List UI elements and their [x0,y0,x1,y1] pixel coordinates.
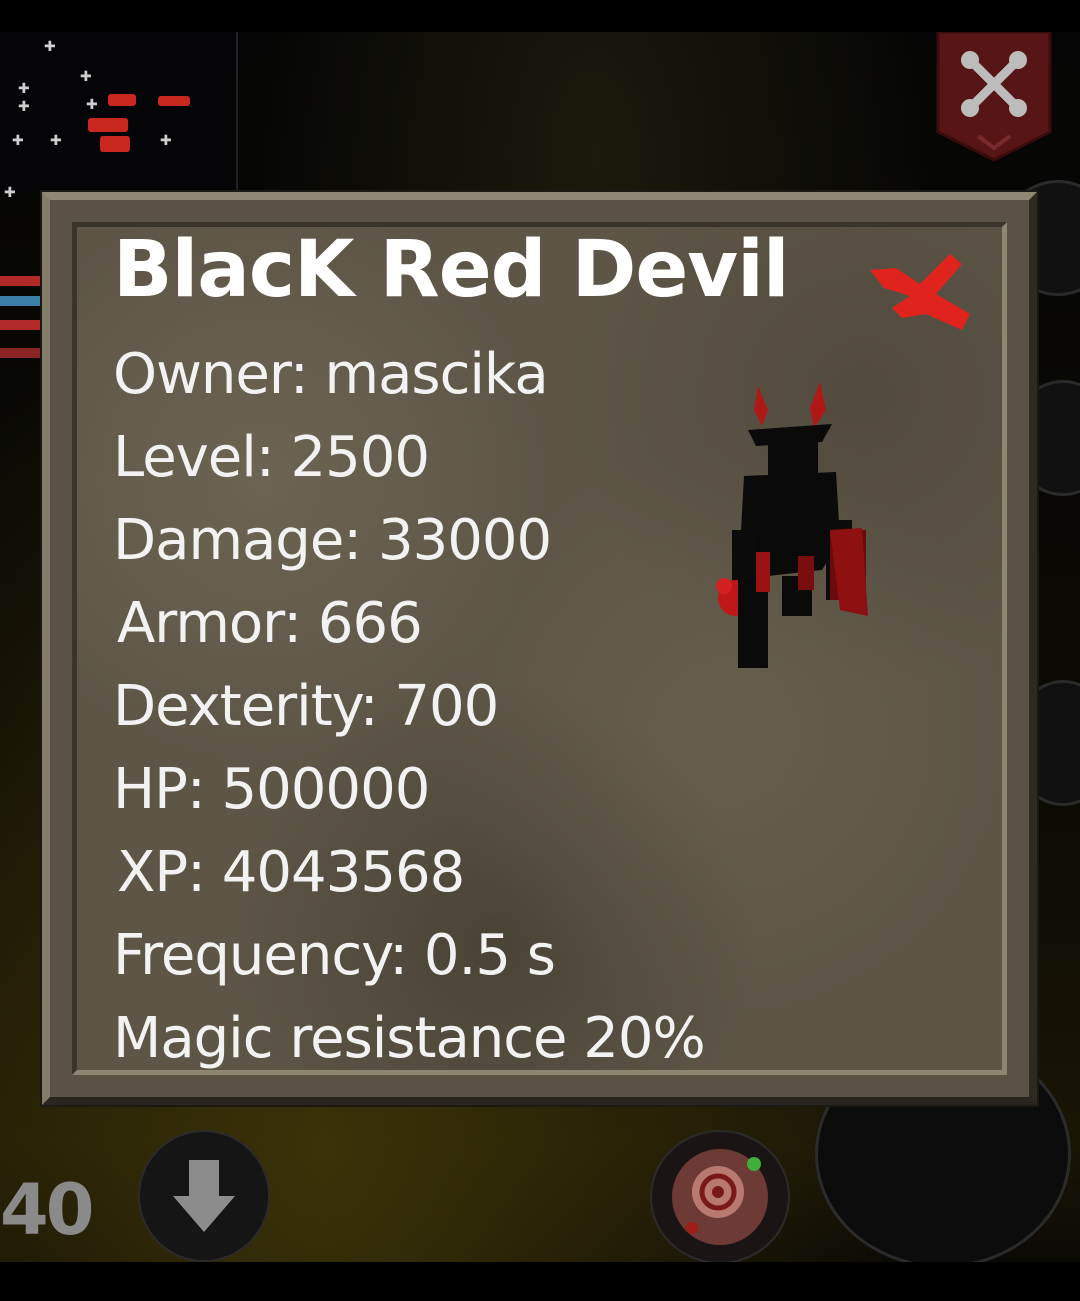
minimap-enemy-marker [100,136,130,152]
minimap-enemy-marker [158,96,190,106]
frequency-line: Frequency: 0.5 s [113,923,556,988]
minimap-dot: ✚ [50,133,62,149]
game-screen: ✚ ✚ ✚ ✚ ✚ ✚ ✚ ✚ ✚ 40 BlacK Red Devil Own… [0,0,1080,1301]
damage-line: Damage: 33000 [113,508,552,573]
arrow-down-icon [173,1160,235,1232]
skill-button[interactable] [650,1130,790,1264]
skill-orb-icon [672,1149,768,1245]
magic-resistance-line: Magic resistance 20% [113,1006,706,1071]
minimap-dot: ✚ [12,133,24,149]
minimap[interactable]: ✚ ✚ ✚ ✚ ✚ ✚ ✚ ✚ [0,32,238,192]
dexterity-line: Dexterity: 700 [113,674,499,739]
minimap-dot: ✚ [86,97,98,113]
minimap-dot: ✚ [44,39,56,55]
top-black-band [0,0,1080,32]
move-down-button[interactable] [138,1130,270,1262]
left-edge-bar [0,276,40,286]
armor-line: Armor: 666 [117,591,423,656]
hp-line: HP: 500000 [113,757,430,822]
red-devil-sprite [716,382,868,668]
left-edge-bar [0,348,40,358]
minimap-dot: ✚ [80,69,92,85]
minimap-dot: ✚ [18,99,30,115]
crossed-swords-banner-icon[interactable] [932,32,1056,162]
level-line: Level: 2500 [113,425,430,490]
xp-line: XP: 4043568 [117,840,465,905]
left-edge-bar [0,296,40,306]
owner-line: Owner: mascika [113,342,549,407]
minimap-enemy-marker [88,118,128,132]
minimap-dot: ✚ [4,185,16,201]
minimap-dot: ✚ [18,81,30,97]
left-edge-bar [0,320,40,330]
minimap-enemy-marker [108,94,136,106]
monster-name-title: BlacK Red Devil [113,225,790,315]
minimap-dot: ✚ [160,133,172,149]
bottom-black-band [0,1262,1080,1301]
counter-label: 40 [0,1169,94,1251]
close-x-icon[interactable] [862,248,974,332]
